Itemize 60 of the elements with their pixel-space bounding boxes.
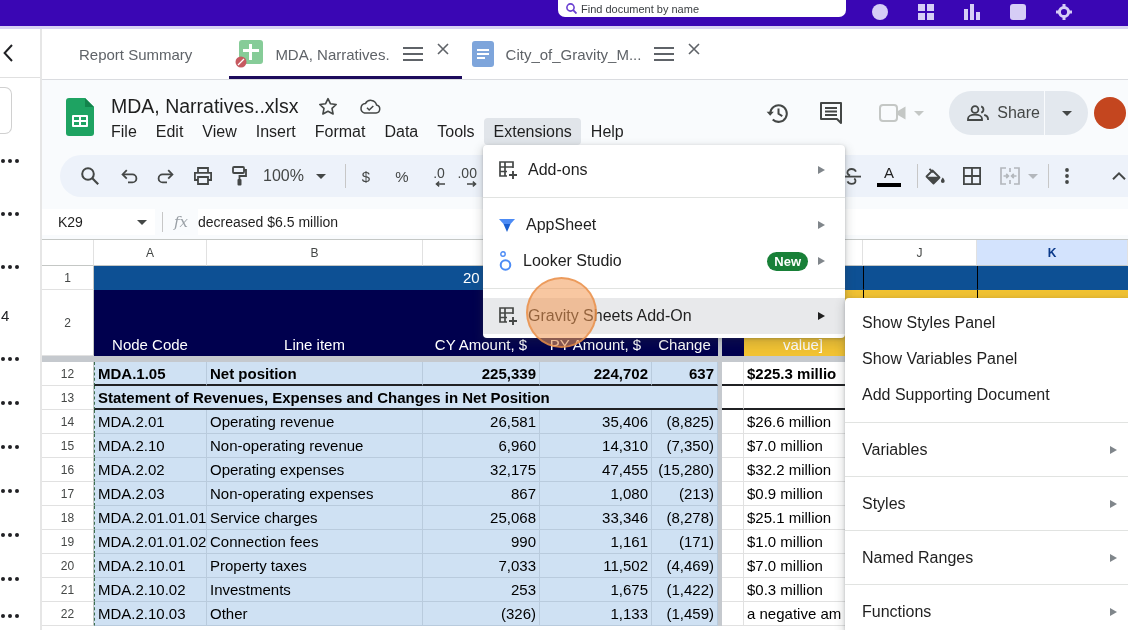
- column-title: Line item: [284, 336, 345, 353]
- table-cell: Connection fees: [207, 530, 423, 554]
- table-cell: MDA.2.03: [94, 482, 207, 506]
- table-cell: (8,278): [652, 506, 718, 530]
- table-cell: Non-operating revenue: [207, 434, 423, 458]
- table-cell: MDA.2.10: [94, 434, 207, 458]
- table-cell: 1,675: [540, 578, 652, 602]
- table-cell: (1,422): [652, 578, 718, 602]
- column-title: value]: [783, 336, 823, 353]
- table-cell: 35,406: [540, 410, 652, 434]
- table-cell: MDA.2.10.02: [94, 578, 207, 602]
- fx-label: fx: [174, 213, 188, 231]
- table-cell: 1,133: [540, 602, 652, 626]
- table-cell: 990: [423, 530, 540, 554]
- table-cell: Statement of Revenues, Expenses and Changes in Net Position: [94, 386, 718, 410]
- table-cell: (15,280): [652, 458, 718, 482]
- table-cell: 1,080: [540, 482, 652, 506]
- column-title: CY Amount, $: [434, 336, 528, 353]
- table-cell: MDA.2.01.01.01: [94, 506, 207, 530]
- table-cell: MDA.2.10.03: [94, 602, 207, 626]
- table-cell: 7,033: [423, 554, 540, 578]
- table-cell: (213): [652, 482, 718, 506]
- table-cell: 6,960: [423, 434, 540, 458]
- table-cell: 32,175: [423, 458, 540, 482]
- table-cell: 253: [423, 578, 540, 602]
- table-cell: Other: [207, 602, 423, 626]
- label-badge: New: [767, 251, 808, 271]
- table-cell: 1,161: [540, 530, 652, 554]
- table-cell: 225,339: [423, 362, 540, 386]
- table-cell: Investments: [207, 578, 423, 602]
- table-cell: Non-operating expenses: [207, 482, 423, 506]
- table-cell: Operating expenses: [207, 458, 423, 482]
- table-cell: Net position: [207, 362, 423, 386]
- table-cell: (171): [652, 530, 718, 554]
- column-title: Change: [658, 336, 711, 353]
- table-cell: 11,502: [540, 554, 652, 578]
- table-cell: MDA.2.02: [94, 458, 207, 482]
- item-text: 4: [1, 306, 10, 324]
- table-cell: 867: [423, 482, 540, 506]
- table-cell: (7,350): [652, 434, 718, 458]
- table-cell: Operating revenue: [207, 410, 423, 434]
- table-cell: 14,310: [540, 434, 652, 458]
- table-cell: MDA.2.01.01.02: [94, 530, 207, 554]
- table-cell: 224,702: [540, 362, 652, 386]
- table-cell: 637: [652, 362, 718, 386]
- table-cell: MDA.2.10.01: [94, 554, 207, 578]
- banner-text: 20: [463, 269, 480, 286]
- table-cell: (1,459): [652, 602, 718, 626]
- column-title: Node Code: [112, 336, 188, 353]
- table-cell: 33,346: [540, 506, 652, 530]
- table-cell: MDA.1.05: [94, 362, 207, 386]
- table-cell: (326): [423, 602, 540, 626]
- table-cell: (4,469): [652, 554, 718, 578]
- table-cell: Service charges: [207, 506, 423, 530]
- table-cell: 25,068: [423, 506, 540, 530]
- table-cell: 26,581: [423, 410, 540, 434]
- table-cell: (8,825): [652, 410, 718, 434]
- table-cell: MDA.2.01: [94, 410, 207, 434]
- table-cell: 47,455: [540, 458, 652, 482]
- table-cell: Property taxes: [207, 554, 423, 578]
